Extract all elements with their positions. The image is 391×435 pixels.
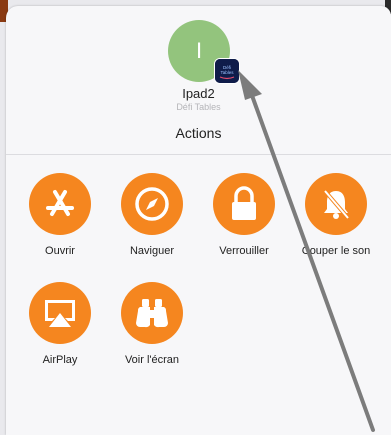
action-label: Couper le son — [301, 245, 371, 257]
device-actions-sheet: I Défi Tables Ipad2 Défi Tables Actions — [6, 6, 391, 435]
section-title: Actions — [175, 125, 222, 141]
device-avatar-group: I Défi Tables — [168, 20, 240, 84]
action-view-screen-button[interactable]: Voir l'écran — [105, 282, 199, 366]
airplay-icon — [29, 282, 91, 344]
avatar-initial: I — [195, 38, 203, 63]
action-label: Voir l'écran — [124, 354, 180, 366]
app-store-icon — [29, 173, 91, 235]
compass-icon — [121, 173, 183, 235]
action-navigate-button[interactable]: Naviguer — [105, 173, 199, 257]
action-mute-button[interactable]: Couper le son — [289, 173, 383, 257]
bell-slash-icon — [305, 173, 367, 235]
action-label: AirPlay — [42, 354, 78, 366]
action-label: Ouvrir — [45, 245, 75, 257]
device-name: Ipad2 — [182, 86, 215, 101]
binoculars-icon — [121, 282, 183, 344]
action-airplay-button[interactable]: AirPlay — [13, 282, 107, 366]
action-lock-button[interactable]: Verrouiller — [197, 173, 291, 257]
divider — [6, 154, 391, 155]
badge-line2: Tables — [220, 70, 234, 75]
lock-icon — [213, 173, 275, 235]
action-label: Verrouiller — [219, 245, 269, 257]
action-label: Naviguer — [129, 245, 175, 257]
action-open-button[interactable]: Ouvrir — [13, 173, 107, 257]
app-badge-icon: Défi Tables — [214, 58, 240, 84]
app-name: Défi Tables — [176, 102, 221, 112]
